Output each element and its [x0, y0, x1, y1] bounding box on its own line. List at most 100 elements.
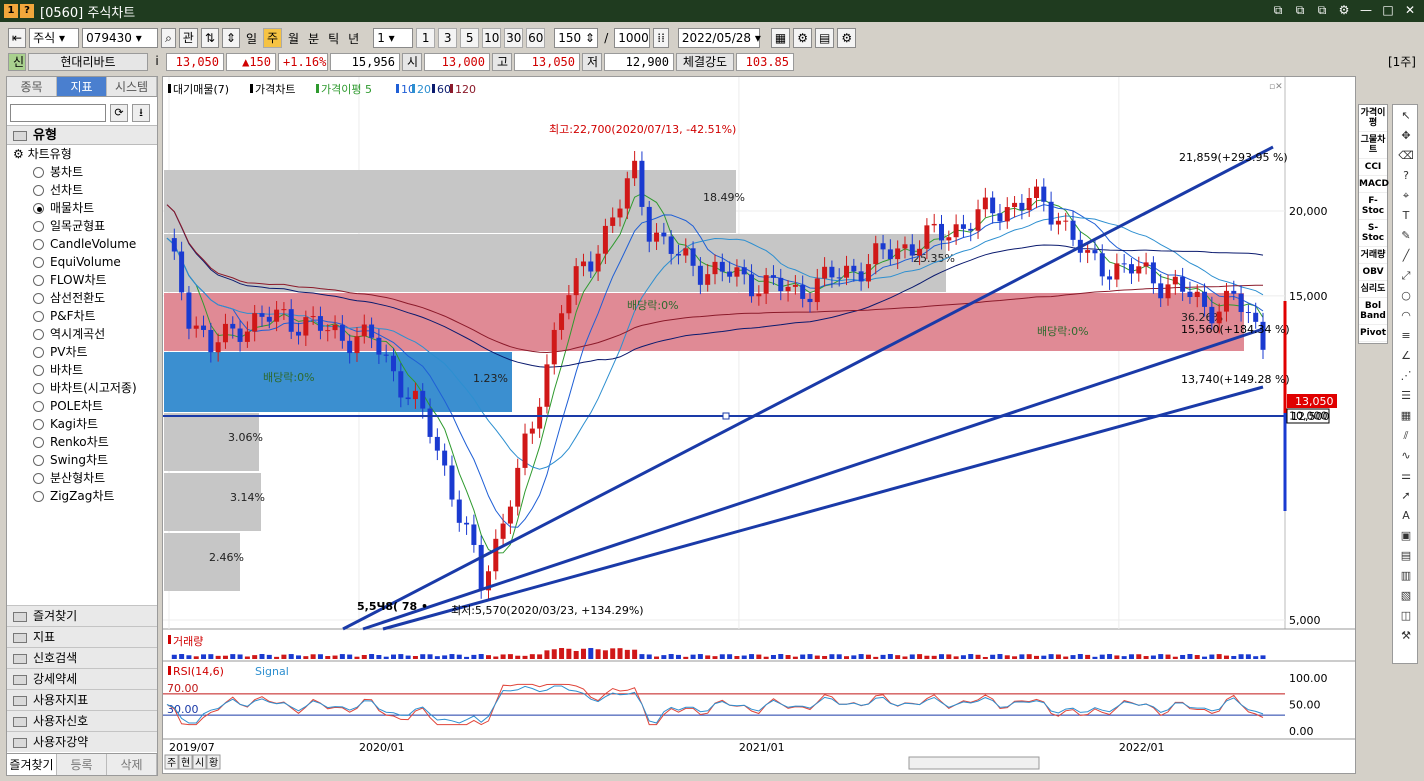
window-icon[interactable]: ▣ — [1395, 527, 1417, 545]
chart-type-option[interactable]: 일목균형표 — [7, 217, 157, 235]
chart-type-option[interactable]: 선차트 — [7, 181, 157, 199]
window-badge-1[interactable]: 1 — [4, 4, 18, 18]
radio-icon[interactable] — [33, 490, 44, 502]
chart-type-option[interactable]: PV차트 — [7, 343, 157, 361]
chart-type-option[interactable]: CandleVolume — [7, 235, 157, 253]
window-badge-help[interactable]: ? — [20, 4, 34, 18]
circle-icon[interactable]: ○ — [1395, 287, 1417, 305]
scale-icon[interactable]: ◫ — [1395, 607, 1417, 625]
price-chart-svg[interactable]: 18.49%25.35%36.26%1.23%3.06%3.14%2.46% 최… — [163, 77, 1355, 773]
compare-icon[interactable]: ▧ — [1395, 587, 1417, 605]
tab-stocks[interactable]: 종목 — [7, 77, 57, 96]
radio-icon[interactable] — [33, 166, 44, 178]
radio-icon[interactable] — [33, 472, 44, 484]
interval-select[interactable]: 1 ▾ — [373, 28, 414, 48]
period-month[interactable]: 월 — [285, 30, 302, 47]
indicator-shortcut[interactable]: OBV — [1359, 264, 1387, 281]
interval-30[interactable]: 30 — [504, 28, 524, 48]
minimize-button[interactable]: — — [1358, 2, 1374, 18]
radio-icon[interactable] — [33, 346, 44, 358]
radio-icon[interactable] — [33, 328, 44, 340]
radio-icon[interactable] — [33, 238, 44, 250]
config-icon[interactable]: ⚙ — [793, 28, 812, 48]
indicator-shortcut[interactable]: 심리도 — [1359, 281, 1387, 298]
info-icon[interactable]: i — [150, 53, 164, 71]
chart-type-option[interactable]: P&F차트 — [7, 307, 157, 325]
settings-icon[interactable]: ⚙ — [1336, 2, 1352, 18]
bottom-section-item[interactable]: 신호검색 — [7, 647, 157, 668]
code-input[interactable]: 079430 ▾ — [82, 28, 159, 48]
updown-icon[interactable]: ⇕ — [221, 28, 240, 48]
period-year[interactable]: 년 — [345, 30, 362, 47]
indicator-shortcut[interactable]: 그물차트 — [1359, 132, 1387, 159]
arc-icon[interactable]: ◠ — [1395, 307, 1417, 325]
chart-type-option[interactable]: 분산형차트 — [7, 469, 157, 487]
indicator-shortcut[interactable]: Bol Band — [1359, 298, 1387, 325]
indicator-shortcut[interactable]: F-Stoc — [1359, 193, 1387, 220]
eraser-icon[interactable]: ⌫ — [1395, 147, 1417, 165]
indicator-shortcut[interactable]: S-Stoc — [1359, 220, 1387, 247]
chart-type-option[interactable]: FLOW차트 — [7, 271, 157, 289]
count-input[interactable]: 150 ⇕ — [554, 28, 599, 48]
chart-type-option[interactable]: Kagi차트 — [7, 415, 157, 433]
radio-icon[interactable] — [33, 220, 44, 232]
radio-icon[interactable] — [33, 382, 44, 394]
indicator-shortcut[interactable]: 거래량 — [1359, 247, 1387, 264]
sync-icon[interactable]: ⇅ — [200, 28, 219, 48]
grid-draw-icon[interactable]: ▦ — [1395, 407, 1417, 425]
fibo-icon[interactable]: ☰ — [1395, 387, 1417, 405]
radio-icon[interactable] — [33, 274, 44, 286]
indicator-shortcut[interactable]: CCI — [1359, 159, 1387, 176]
cursor-icon[interactable]: ↖ — [1395, 107, 1417, 125]
refresh-icon[interactable]: ⟳ — [110, 104, 128, 122]
crosshair-icon[interactable]: ✥ — [1395, 127, 1417, 145]
bottom-section-item[interactable]: 사용자신호 — [7, 710, 157, 731]
auto-icon[interactable]: A — [1395, 507, 1417, 525]
wrench-icon[interactable]: ⚒ — [1395, 627, 1417, 645]
tab-indicators[interactable]: 지표 — [57, 77, 107, 96]
grid-icon[interactable]: ⁞⁞ — [653, 28, 669, 48]
market-select[interactable]: 주식 ▾ — [29, 28, 80, 48]
chart-type-option[interactable]: Swing차트 — [7, 451, 157, 469]
chart-type-option[interactable]: 매물차트 — [7, 199, 157, 217]
period-minute[interactable]: 분 — [305, 30, 322, 47]
bottom-section-item[interactable]: 지표 — [7, 626, 157, 647]
radio-icon[interactable] — [33, 364, 44, 376]
total-input[interactable]: 1000 — [614, 28, 651, 48]
interval-10[interactable]: 10 — [482, 28, 502, 48]
chart-icon[interactable]: ▥ — [1395, 567, 1417, 585]
interval-60[interactable]: 60 — [526, 28, 546, 48]
bottom-section-item[interactable]: 즐겨찾기 — [7, 605, 157, 626]
interval-3[interactable]: 3 — [438, 28, 458, 48]
chart-type-option[interactable]: 역시계곡선 — [7, 325, 157, 343]
indicator-shortcut[interactable]: 가격이평 — [1359, 105, 1387, 132]
indicator-shortcut[interactable]: Pivot — [1359, 325, 1387, 342]
prev-arrow-icon[interactable]: ⇤ — [8, 28, 27, 48]
text-icon[interactable]: T — [1395, 207, 1417, 225]
doc-icon[interactable]: ▤ — [1395, 547, 1417, 565]
chart-type-option[interactable]: POLE차트 — [7, 397, 157, 415]
chart-type-option[interactable]: 바차트 — [7, 361, 157, 379]
section-type[interactable]: 유형 — [7, 125, 157, 145]
magnet-icon[interactable]: ⌖ — [1395, 187, 1417, 205]
interval-5[interactable]: 5 — [460, 28, 480, 48]
link-icon[interactable]: ⧉ — [1270, 2, 1286, 18]
date-select[interactable]: 2022/05/28 ▾ — [677, 28, 761, 48]
help-icon[interactable]: ? — [1395, 167, 1417, 185]
tab-favorites[interactable]: 즐겨찾기 — [7, 754, 57, 775]
angle-icon[interactable]: ∠ — [1395, 347, 1417, 365]
indicator-search-input[interactable] — [10, 104, 106, 122]
chart-type-option[interactable]: ZigZag차트 — [7, 487, 157, 505]
bottom-section-item[interactable]: 강세약세 — [7, 668, 157, 689]
ray-icon[interactable]: ⤢ — [1395, 267, 1417, 285]
chart-type-option[interactable]: 바차트(시고저종) — [7, 379, 157, 397]
search-icon[interactable]: ⌕ — [161, 28, 176, 48]
close-button[interactable]: ✕ — [1402, 2, 1418, 18]
tree-chart-types[interactable]: ⚙ 차트유형 — [7, 145, 157, 163]
tab-system[interactable]: 시스템 — [107, 77, 157, 96]
parallel-icon[interactable]: ≡ — [1395, 327, 1417, 345]
chart-type-option[interactable]: Renko차트 — [7, 433, 157, 451]
interval-1[interactable]: 1 — [416, 28, 436, 48]
radio-icon[interactable] — [33, 454, 44, 466]
bottom-section-item[interactable]: 사용자강약 — [7, 731, 157, 752]
